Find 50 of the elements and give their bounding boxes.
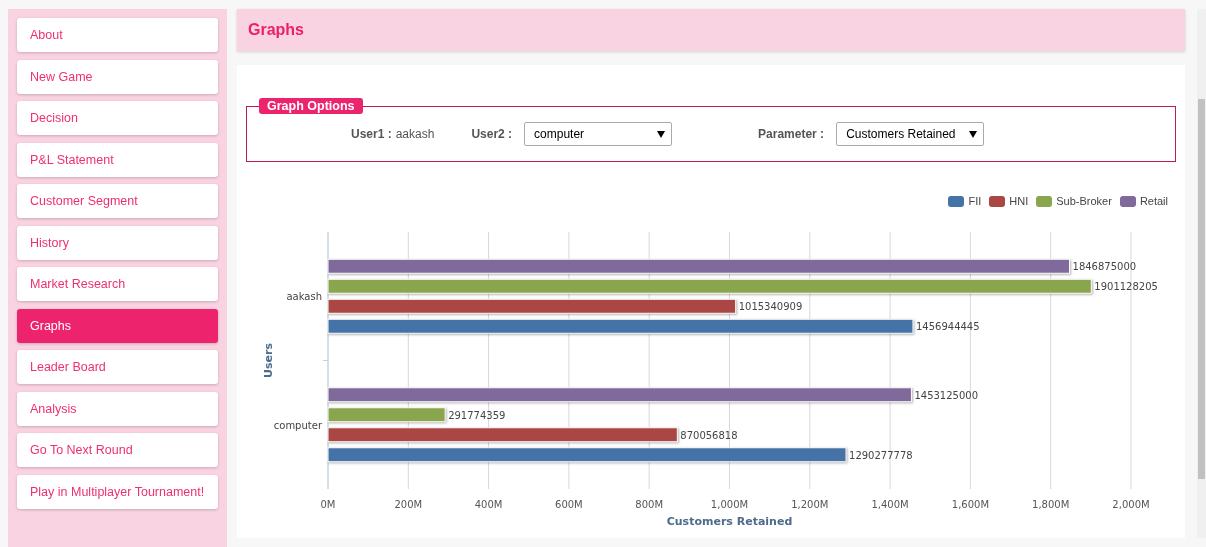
user-dropdown[interactable]: computer — [524, 122, 673, 146]
category-label: computer — [273, 419, 322, 431]
tick-label: 200M — [394, 499, 423, 510]
data-label: 291774359 — [448, 409, 506, 421]
category-label: aakash — [286, 291, 322, 303]
legend-label[interactable]: HNI — [1009, 195, 1029, 207]
sidebar-item[interactable]: About — [17, 18, 218, 52]
tick-label: 1,200M — [791, 499, 829, 510]
tick-label: 1,800M — [1032, 499, 1070, 510]
sidebar-item[interactable]: New Game — [17, 59, 218, 94]
caret-icon — [657, 130, 666, 138]
tick-label: 1,000M — [710, 499, 749, 510]
page-title: Graphs — [248, 21, 304, 39]
user-name: aakash — [395, 127, 435, 141]
scrollbar[interactable] — [1197, 9, 1206, 538]
field-label: User1 : — [351, 127, 392, 141]
data-label: 1290277778 — [849, 449, 913, 461]
tick-label: 1,600M — [951, 499, 990, 510]
field-label: Parameter : — [758, 127, 825, 141]
sidebar-item[interactable]: P&L Statement — [17, 142, 218, 177]
tick-label: 400M — [474, 499, 503, 510]
sidebar-item[interactable]: History — [17, 225, 218, 260]
sidebar-item[interactable]: Analysis — [17, 391, 218, 426]
section-label: Graph Options — [259, 98, 363, 114]
data-label: 1901128205 — [1094, 281, 1158, 293]
axis-title: Users — [262, 343, 275, 378]
tick-label: 800M — [635, 499, 664, 510]
data-label: 1015340909 — [738, 301, 803, 313]
data-label: 1456944445 — [915, 321, 980, 333]
parameter-dropdown[interactable]: Customers Retained — [836, 122, 985, 146]
sidebar-item[interactable]: Market Research — [17, 267, 218, 301]
sidebar-item[interactable]: Decision — [17, 101, 218, 135]
tick-label: 2,000M — [1112, 499, 1150, 510]
sidebar-item[interactable]: Go To Next Round — [17, 433, 218, 467]
sidebar-item[interactable]: Play in Multiplayer Tournament! — [17, 474, 218, 509]
caret-icon — [969, 130, 978, 138]
data-label: 1453125000 — [914, 389, 979, 401]
legend-label[interactable]: Retail — [1139, 195, 1168, 207]
tick-label: 0M — [320, 499, 336, 510]
axis-title: Customers Retained — [666, 515, 793, 525]
sidebar-item[interactable]: Leader Board — [17, 350, 218, 384]
legend-label[interactable]: Sub-Broker — [1056, 195, 1112, 207]
field-label: User2 : — [471, 127, 513, 141]
tick-label: 1,400M — [871, 499, 909, 510]
sidebar-item[interactable]: Graphs — [17, 308, 218, 343]
data-label: 870056818 — [680, 429, 738, 441]
sidebar-item[interactable]: Customer Segment — [17, 184, 218, 218]
tick-label: 600M — [555, 499, 583, 510]
data-label: 1846875000 — [1072, 261, 1137, 273]
legend-label[interactable]: FII — [968, 195, 982, 207]
